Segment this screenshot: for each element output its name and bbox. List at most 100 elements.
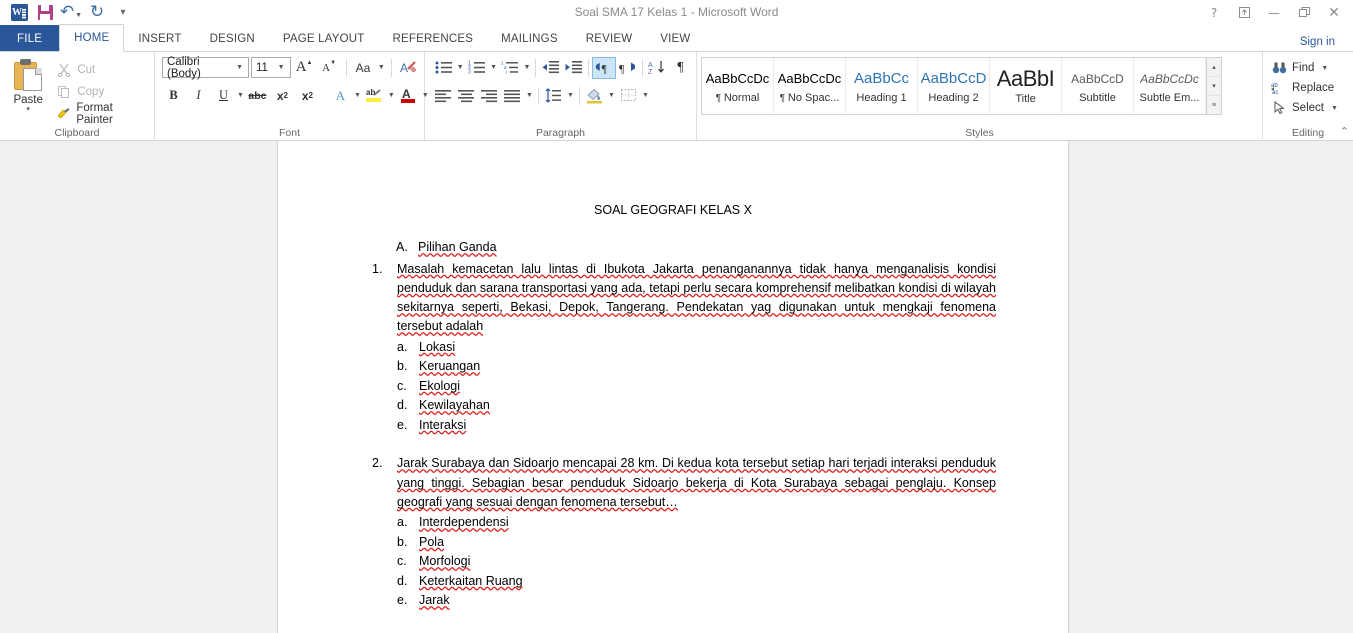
borders-icon: [620, 89, 636, 101]
highlight-caret[interactable]: ▼: [388, 92, 395, 99]
tab-references[interactable]: REFERENCES: [379, 25, 488, 52]
find-button[interactable]: Find ▼: [1267, 58, 1344, 78]
underline-button[interactable]: U: [212, 85, 235, 107]
redo-button[interactable]: ↻: [84, 2, 110, 24]
multilevel-caret[interactable]: ▼: [522, 64, 532, 71]
borders-caret[interactable]: ▼: [640, 92, 651, 99]
numbering-button[interactable]: 1 2 3: [465, 57, 488, 79]
superscript-button[interactable]: x2: [296, 85, 319, 107]
undo-button[interactable]: ↶ ▼: [58, 2, 84, 24]
sort-icon: A Z: [648, 61, 665, 75]
font-size-combo[interactable]: 11 ▼: [251, 57, 291, 78]
italic-button[interactable]: I: [187, 85, 210, 107]
sign-in-link[interactable]: Sign in: [1300, 36, 1335, 48]
text-effects-caret[interactable]: ▼: [354, 92, 361, 99]
help-button[interactable]: ?: [1199, 2, 1229, 24]
sort-button[interactable]: A Z: [646, 57, 669, 79]
font-name-combo[interactable]: Calibri (Body) ▼: [162, 56, 249, 80]
align-left-button[interactable]: [432, 85, 455, 107]
style-item-title[interactable]: AaBbI Title: [990, 58, 1062, 114]
show-formatting-marks-button[interactable]: ¶: [669, 57, 692, 79]
multilevel-list-button[interactable]: 1 a i: [499, 57, 522, 79]
styles-scroll-up-button[interactable]: ▴: [1207, 58, 1221, 77]
customize-quick-access-button[interactable]: ▾: [110, 2, 136, 24]
align-right-button[interactable]: [478, 85, 501, 107]
justify-caret[interactable]: ▼: [524, 92, 535, 99]
grow-font-button[interactable]: A ▲: [293, 57, 316, 79]
select-caret[interactable]: ▼: [1329, 105, 1340, 112]
bullets-button[interactable]: [432, 57, 455, 79]
restore-button[interactable]: [1289, 2, 1319, 24]
save-button[interactable]: [32, 2, 58, 24]
styles-more-button[interactable]: ≡: [1207, 96, 1221, 114]
style-item-heading-2[interactable]: AaBbCcD Heading 2: [918, 58, 990, 114]
subscript-button[interactable]: x2: [271, 85, 294, 107]
style-item-heading-1[interactable]: AaBbCc Heading 1: [846, 58, 918, 114]
tab-design[interactable]: DESIGN: [196, 25, 269, 52]
title-bar: ↶ ▼ ↻ ▾ Soal SMA 17 Kelas 1 - Microsoft …: [0, 0, 1353, 25]
paste-button[interactable]: Paste ▾: [4, 55, 52, 126]
line-spacing-caret[interactable]: ▼: [565, 92, 576, 99]
styles-gallery-scrollbar[interactable]: ▴ ▾ ≡: [1206, 58, 1221, 114]
bullets-caret[interactable]: ▼: [455, 64, 465, 71]
style-label: Subtle Em...: [1139, 92, 1200, 104]
decrease-indent-button[interactable]: [539, 57, 562, 79]
change-case-caret[interactable]: ▼: [376, 64, 386, 71]
shading-caret[interactable]: ▼: [606, 92, 617, 99]
style-item-normal[interactable]: AaBbCcDc ¶ Normal: [702, 58, 774, 114]
tab-home[interactable]: HOME: [59, 24, 125, 52]
increase-indent-button[interactable]: [562, 57, 585, 79]
tab-mailings[interactable]: MAILINGS: [487, 25, 572, 52]
styles-gallery[interactable]: AaBbCcDc ¶ Normal AaBbCcDc ¶ No Spac... …: [701, 57, 1222, 115]
find-caret[interactable]: ▼: [1319, 65, 1330, 72]
underline-caret[interactable]: ▼: [237, 92, 244, 99]
bold-button[interactable]: B: [162, 85, 185, 107]
strikethrough-button[interactable]: abc: [246, 85, 269, 107]
ltr-text-direction-button[interactable]: ¶: [592, 56, 617, 79]
ribbon-group-clipboard: Paste ▾ Cut Copy Format Painter Clipboar…: [0, 52, 155, 141]
svg-text:¶: ¶: [619, 61, 625, 75]
tab-page-layout[interactable]: PAGE LAYOUT: [269, 25, 379, 52]
copy-button[interactable]: Copy: [52, 82, 150, 102]
align-center-button[interactable]: [455, 85, 478, 107]
cut-button[interactable]: Cut: [52, 60, 150, 80]
ribbon-display-options-button[interactable]: [1229, 2, 1259, 24]
justify-button[interactable]: [501, 85, 524, 107]
undo-dropdown-caret[interactable]: ▼: [75, 12, 82, 19]
numbering-caret[interactable]: ▼: [488, 64, 498, 71]
highlight-button[interactable]: ab: [363, 85, 386, 107]
tab-file[interactable]: FILE: [0, 25, 60, 52]
shading-button[interactable]: [583, 85, 606, 107]
shrink-font-button[interactable]: A ▼: [318, 57, 341, 79]
format-painter-button[interactable]: Format Painter: [52, 102, 150, 126]
font-color-button[interactable]: A: [397, 85, 420, 107]
tab-review[interactable]: REVIEW: [572, 25, 647, 52]
left-to-right-icon: ¶: [596, 62, 607, 75]
paste-dropdown-caret[interactable]: ▾: [26, 106, 30, 113]
line-spacing-button[interactable]: [542, 85, 565, 107]
font-size-value: 11: [256, 61, 268, 74]
minimize-button[interactable]: —: [1259, 2, 1289, 24]
select-button[interactable]: Select ▼: [1267, 98, 1344, 118]
style-item-subtle-emphasis[interactable]: AaBbCcDc Subtle Em...: [1134, 58, 1206, 114]
align-right-icon: [481, 89, 497, 102]
document-canvas[interactable]: SOAL GEOGRAFI KELAS X A. Pilihan Ganda 1…: [0, 141, 1353, 633]
increase-indent-icon: [565, 61, 583, 74]
style-item-subtitle[interactable]: AaBbCcD Subtitle: [1062, 58, 1134, 114]
ribbon-group-font: Calibri (Body) ▼ 11 ▼ A ▲ A ▼ Aa ▼ A B I…: [155, 52, 429, 141]
style-label: Heading 1: [856, 92, 907, 104]
change-case-button[interactable]: Aa: [351, 57, 374, 79]
document-page[interactable]: SOAL GEOGRAFI KELAS X A. Pilihan Ganda 1…: [277, 141, 1069, 633]
tab-insert[interactable]: INSERT: [124, 25, 195, 52]
rtl-text-direction-button[interactable]: ¶: [616, 57, 639, 79]
style-preview: AaBbCcDc: [705, 71, 770, 86]
clear-formatting-button[interactable]: A: [397, 57, 420, 79]
collapse-ribbon-button[interactable]: ⌃: [1340, 125, 1349, 138]
replace-button[interactable]: ab ac Replace: [1267, 78, 1344, 98]
style-item-no-spacing[interactable]: AaBbCcDc ¶ No Spac...: [774, 58, 846, 114]
close-button[interactable]: ✕: [1319, 2, 1349, 24]
tab-view[interactable]: VIEW: [646, 25, 704, 52]
styles-scroll-down-button[interactable]: ▾: [1207, 77, 1221, 96]
text-effects-button[interactable]: A: [329, 85, 352, 107]
borders-button[interactable]: [617, 85, 640, 107]
